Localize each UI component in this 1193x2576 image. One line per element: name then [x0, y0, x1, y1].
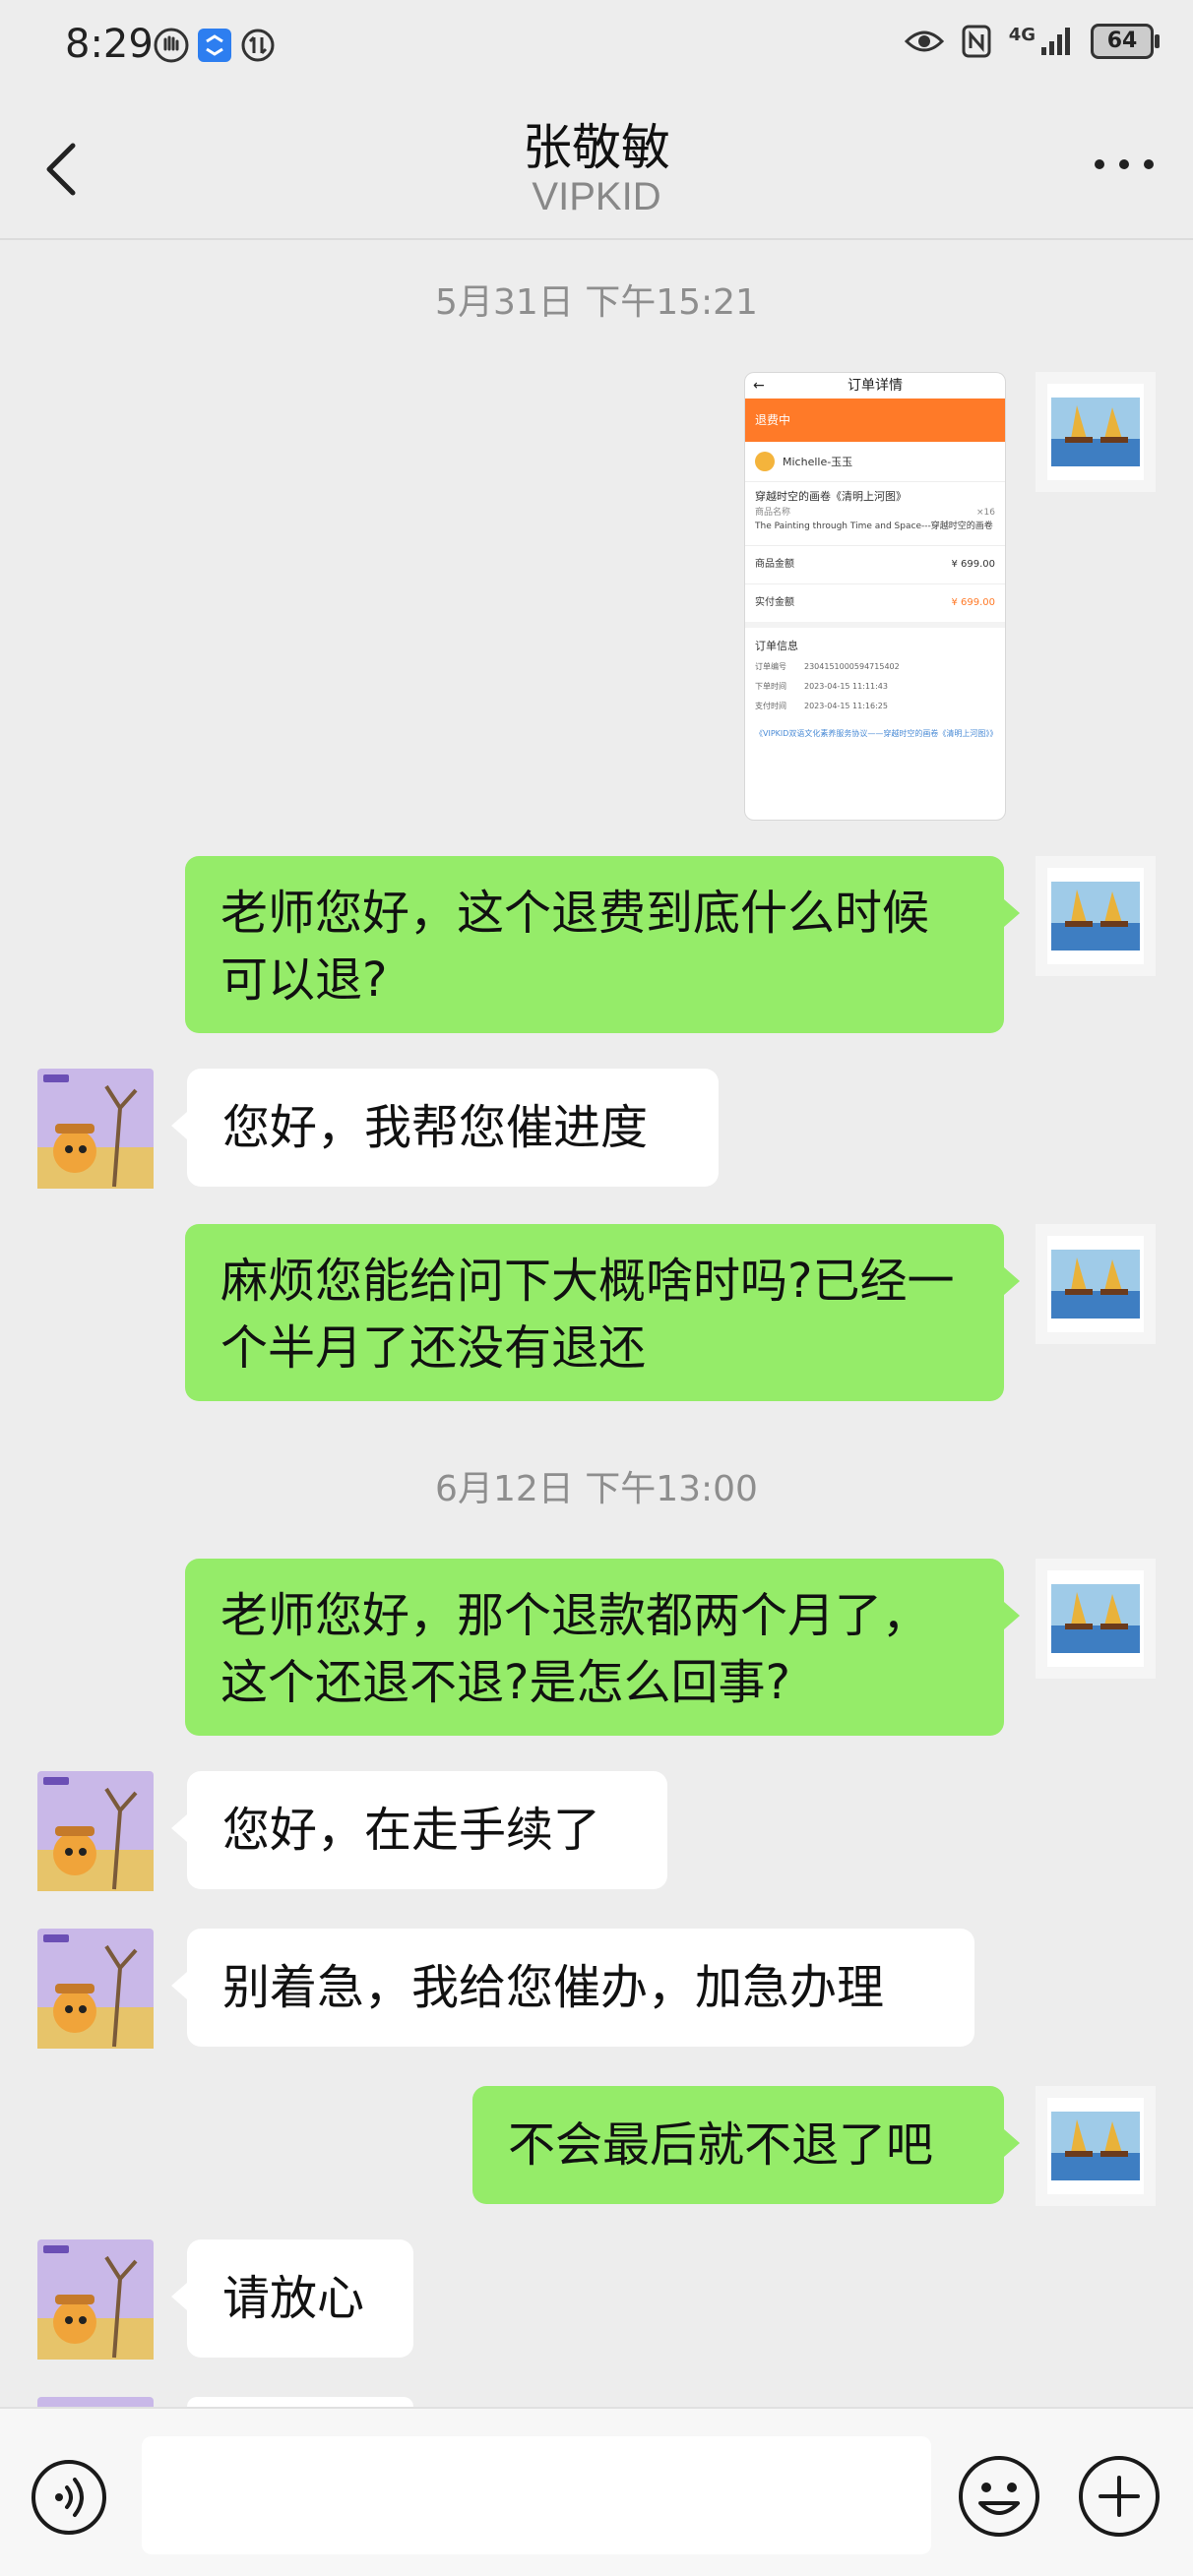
avatar-me[interactable] [1036, 1224, 1156, 1344]
nfc-icon [962, 25, 991, 58]
status-bar: 8:29 4G 64 [0, 0, 1193, 91]
order-screenshot-image[interactable]: ← 订单详情 退费中 Michelle-玉玉 穿越时空的画卷《清明上河图》 商品… [744, 372, 1006, 821]
shot-order-no: 2304151000594715402 [804, 662, 900, 671]
bubble-tail [171, 2283, 187, 2310]
shot-user-name: Michelle-玉玉 [783, 456, 853, 468]
shot-order-time-label: 下单时间 [755, 682, 786, 691]
avatar-me[interactable] [1036, 2086, 1156, 2206]
network-label: 4G [1008, 24, 1036, 45]
bubble-tail [1004, 899, 1020, 927]
shot-order-time-row: 下单时间 2023-04-15 11:11:43 [745, 677, 1005, 697]
chat-header: 张敬敏 VIPKID [0, 91, 1193, 240]
data-usage-icon [241, 29, 275, 62]
shot-paid-label: 实付金额 [755, 597, 794, 608]
shot-info-title: 订单信息 [745, 622, 1005, 657]
more-icon[interactable] [1095, 159, 1154, 175]
shot-status: 退费中 [745, 399, 1005, 442]
input-bar [0, 2407, 1193, 2576]
hand-icon [154, 28, 189, 63]
shot-page-title: 订单详情 [848, 378, 903, 394]
shot-product-name-label: 商品名称 [755, 508, 791, 518]
bubble-tail [171, 1112, 187, 1139]
shot-order-no-label: 订单编号 [755, 662, 786, 671]
timestamp: 6月12日 下午13:00 [435, 1469, 758, 1509]
sailboat-painting-icon [1047, 1236, 1144, 1332]
signal-icon [1041, 28, 1070, 55]
bubble-tail [171, 1972, 187, 1999]
shot-paid-row: 实付金额 ¥ 699.00 [745, 583, 1005, 622]
message-bubble-partial [187, 2397, 413, 2407]
message-input[interactable] [142, 2436, 931, 2554]
emoji-icon[interactable] [957, 2454, 1041, 2539]
sailboat-painting-icon [1047, 868, 1144, 964]
message-bubble-me[interactable]: 麻烦您能给问下大概啥时吗?已经一个半月了还没有退还 [185, 1224, 1004, 1401]
bubble-tail [1004, 2129, 1020, 2157]
sailboat-painting-icon [1047, 1570, 1144, 1667]
sailboat-painting-icon [1047, 384, 1144, 480]
shot-amount: ¥ 699.00 [951, 559, 995, 570]
status-time: 8:29 [65, 22, 154, 67]
avatar-them[interactable] [37, 2239, 154, 2360]
shot-paid: ¥ 699.00 [951, 597, 995, 608]
shot-pay-time-row: 支付时间 2023-04-15 11:16:25 [745, 697, 1005, 716]
avatar-them-partial [37, 2397, 154, 2407]
shot-product-qty: ×16 [976, 508, 995, 518]
shot-product-title: 穿越时空的画卷《清明上河图》 [755, 490, 907, 503]
shot-order-no-row: 订单编号 2304151000594715402 [745, 657, 1005, 677]
eye-icon [904, 31, 944, 52]
shot-amount-row: 商品金额 ¥ 699.00 [745, 545, 1005, 583]
status-right: 4G 64 [904, 24, 1160, 59]
message-bubble-me[interactable]: 不会最后就不退了吧 [472, 2086, 1004, 2204]
shot-header: ← 订单详情 [745, 373, 1005, 399]
avatar-me[interactable] [1036, 856, 1156, 976]
message-bubble-me[interactable]: 老师您好，那个退款都两个月了，这个还退不退?是怎么回事? [185, 1559, 1004, 1736]
shot-product-name: The Painting through Time and Space---穿越… [755, 521, 993, 531]
voice-icon[interactable] [30, 2458, 108, 2537]
bubble-tail [1004, 1602, 1020, 1629]
shot-agreement-link: 《VIPKID双语文化素养服务协议——穿越时空的画卷《清明上河图》》 [755, 729, 998, 738]
message-bubble-them[interactable]: 您好，我帮您催进度 [187, 1069, 719, 1187]
contact-name: 张敬敏 [523, 119, 670, 176]
avatar-me[interactable] [1036, 372, 1156, 492]
shot-product-row: 商品名称 ×16 The Painting through Time and S… [745, 504, 1005, 535]
avatar-them[interactable] [37, 1929, 154, 2049]
battery-icon: 64 [1091, 24, 1160, 59]
timestamp: 5月31日 下午15:21 [435, 282, 758, 323]
shot-user-avatar [755, 452, 775, 471]
avatar-me[interactable] [1036, 1559, 1156, 1679]
message-bubble-them[interactable]: 请放心 [187, 2239, 413, 2358]
shot-amount-label: 商品金额 [755, 559, 794, 570]
avatar-them[interactable] [37, 1771, 154, 1891]
message-bubble-them[interactable]: 您好，在走手续了 [187, 1771, 667, 1889]
message-bubble-them[interactable]: 别着急，我给您催办，加急办理 [187, 1929, 974, 2047]
sync-app-icon [198, 29, 231, 62]
bubble-tail [171, 1814, 187, 1842]
shot-back-icon: ← [753, 378, 765, 394]
plus-icon[interactable] [1077, 2454, 1162, 2539]
avatar-them[interactable] [37, 1069, 154, 1189]
contact-subtitle: VIPKID [532, 175, 661, 218]
sailboat-painting-icon [1047, 2098, 1144, 2194]
message-bubble-me[interactable]: 老师您好，这个退费到底什么时候可以退? [185, 856, 1004, 1033]
shot-order-time: 2023-04-15 11:11:43 [804, 682, 888, 691]
shot-user: Michelle-玉玉 [745, 442, 1005, 482]
bubble-tail [1004, 1267, 1020, 1295]
header-divider [0, 238, 1193, 240]
shot-pay-time: 2023-04-15 11:16:25 [804, 702, 888, 710]
shot-pay-time-label: 支付时间 [755, 702, 786, 710]
